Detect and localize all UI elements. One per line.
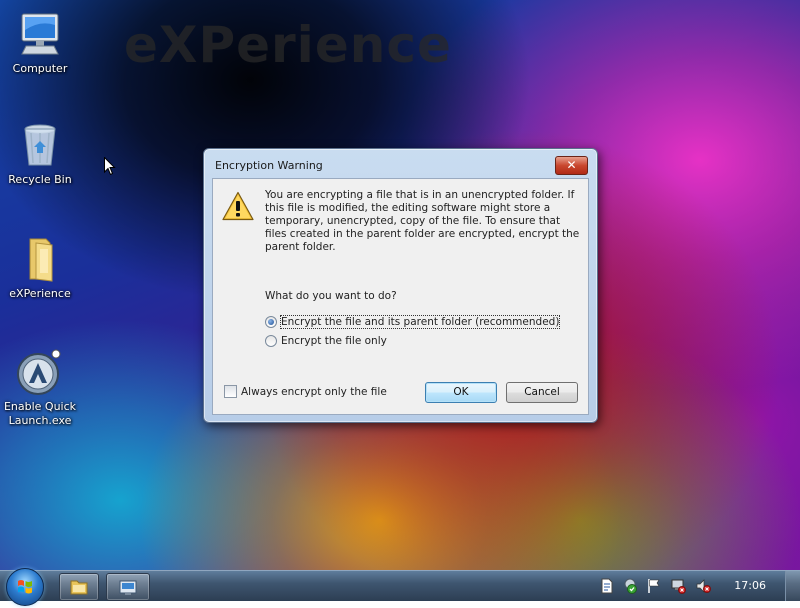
radio-button-selected[interactable]	[265, 316, 277, 328]
clock[interactable]: 17:06	[734, 579, 766, 592]
computer-icon	[21, 13, 59, 55]
security-icon[interactable]	[622, 578, 638, 594]
start-button[interactable]	[6, 568, 44, 606]
radio-button[interactable]	[265, 335, 277, 347]
volume-muted-icon[interactable]	[695, 578, 711, 594]
checkbox-box[interactable]	[224, 385, 237, 398]
warning-icon	[222, 191, 254, 221]
desktop-icon-computer[interactable]: Computer	[0, 10, 80, 76]
close-button[interactable]: ✕	[555, 156, 588, 175]
dialog-content: You are encrypting a file that is in an …	[212, 178, 589, 415]
folder-icon	[29, 238, 53, 282]
warning-message: You are encrypting a file that is in an …	[265, 189, 580, 253]
recycle-bin-icon	[24, 124, 56, 166]
radio-label: Encrypt the file only	[281, 335, 387, 347]
checkbox-label: Always encrypt only the file	[241, 385, 387, 398]
network-disconnected-icon[interactable]	[670, 578, 686, 594]
dialog-title: Encryption Warning	[215, 159, 323, 172]
desktop[interactable]: eXPerience Computer Recycle Bin eXPerien…	[0, 0, 800, 570]
ok-button[interactable]: OK	[425, 382, 497, 403]
cancel-button[interactable]: Cancel	[506, 382, 578, 403]
encryption-warning-dialog: Encryption Warning ✕ You are encrypting …	[203, 148, 598, 423]
quick-launch-app-icon	[17, 349, 61, 395]
taskbar: 17:06	[0, 568, 800, 606]
radio-encrypt-file-and-parent[interactable]: Encrypt the file and its parent folder (…	[265, 315, 561, 329]
taskbar-windows-explorer[interactable]	[59, 573, 99, 601]
radio-encrypt-file-only[interactable]: Encrypt the file only	[265, 335, 387, 347]
desktop-icon-enable-quick-launch[interactable]: Enable Quick Launch.exe	[0, 348, 80, 428]
control-panel-icon	[119, 580, 137, 595]
desktop-icon-label-line1: Enable Quick	[3, 400, 77, 413]
question-label: What do you want to do?	[265, 290, 397, 302]
desktop-icon-recycle-bin[interactable]: Recycle Bin	[0, 121, 80, 187]
desktop-icon-label: eXPerience	[9, 287, 71, 300]
radio-label: Encrypt the file and its parent folder (…	[279, 315, 561, 329]
close-icon: ✕	[566, 158, 577, 172]
always-encrypt-file-checkbox[interactable]: Always encrypt only the file	[224, 385, 387, 398]
windows-explorer-icon	[70, 580, 88, 595]
desktop-icon-experience-folder[interactable]: eXPerience	[0, 235, 80, 301]
desktop-icon-label: Recycle Bin	[8, 173, 72, 186]
desktop-icon-label-line2: Launch.exe	[8, 414, 72, 427]
wallpaper-watermark: eXPerience	[124, 16, 452, 74]
taskbar-control-panel[interactable]	[106, 573, 150, 601]
document-icon[interactable]	[599, 578, 615, 594]
action-center-flag-icon[interactable]	[646, 578, 662, 594]
mouse-cursor-icon	[104, 157, 116, 176]
desktop-icon-label: Computer	[12, 62, 68, 75]
show-desktop-button[interactable]	[785, 571, 800, 601]
